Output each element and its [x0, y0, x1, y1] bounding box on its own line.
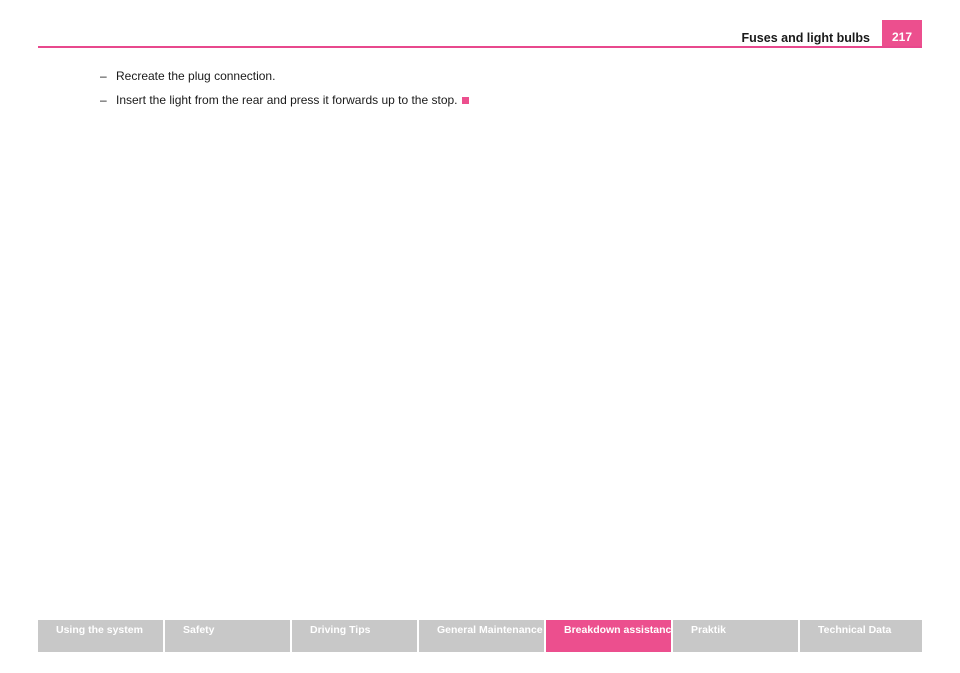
tab-safety[interactable]: Safety	[165, 620, 290, 652]
end-of-section-icon	[461, 97, 469, 104]
step-dash: –	[100, 93, 107, 107]
page-number-badge: 217	[882, 20, 922, 48]
step-dash: –	[100, 69, 107, 83]
tab-driving-tips[interactable]: Driving Tips	[292, 620, 417, 652]
section-title: Fuses and light bulbs	[741, 31, 870, 45]
chapter-tab-bar: Using the system Safety Driving Tips Gen…	[38, 620, 922, 652]
step-text: Insert the light from the rear and press…	[116, 93, 458, 107]
tab-using-the-system[interactable]: Using the system	[38, 620, 163, 652]
header-rule	[38, 46, 922, 48]
step-item: – Recreate the plug connection.	[100, 68, 469, 84]
page-header: Fuses and light bulbs 217	[38, 20, 922, 48]
step-item: – Insert the light from the rear and pre…	[100, 92, 469, 108]
tab-breakdown-assistance[interactable]: Breakdown assistance	[546, 620, 671, 652]
tab-technical-data[interactable]: Technical Data	[800, 620, 922, 652]
tab-general-maintenance[interactable]: General Maintenance	[419, 620, 544, 652]
tab-praktik[interactable]: Praktik	[673, 620, 798, 652]
instruction-steps: – Recreate the plug connection. – Insert…	[100, 68, 469, 116]
step-text: Recreate the plug connection.	[116, 69, 276, 83]
